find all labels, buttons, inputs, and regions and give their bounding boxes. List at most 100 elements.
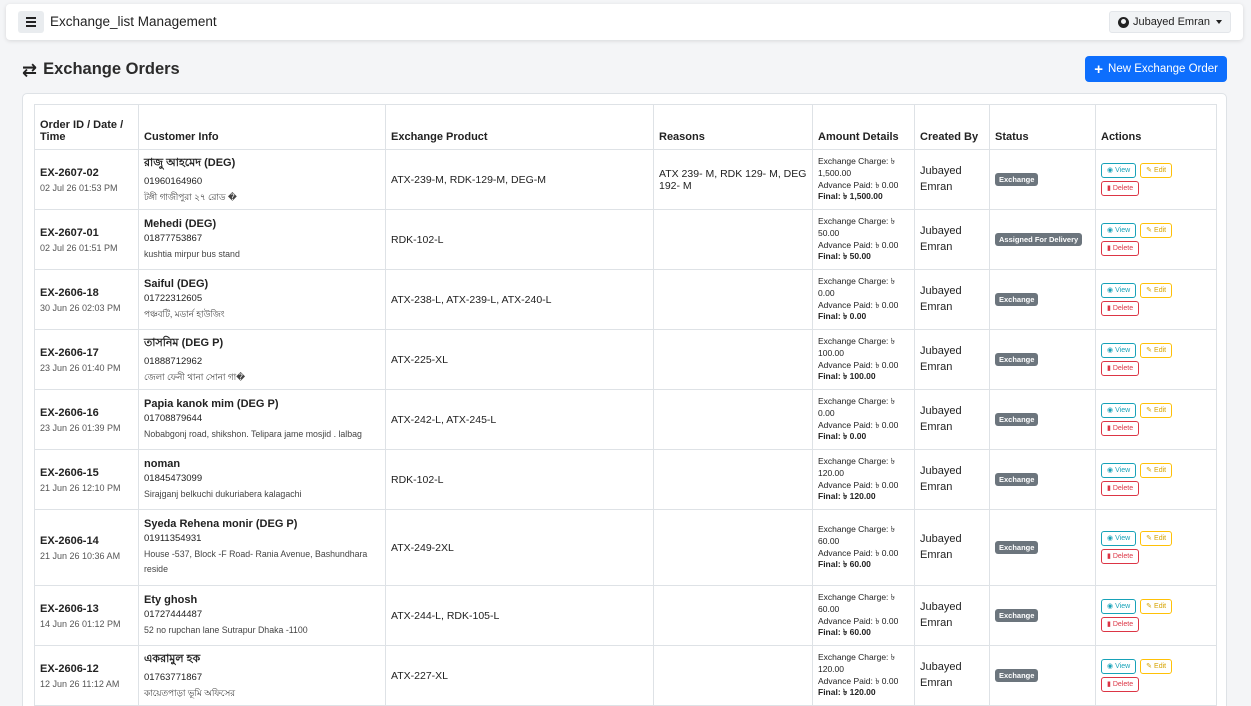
- final-amount: Final: ৳ 0.00: [818, 311, 867, 322]
- eye-icon: ◉: [1107, 602, 1114, 610]
- view-button[interactable]: ◉ View: [1101, 282, 1137, 298]
- reasons-cell: [653, 269, 813, 330]
- edit-icon: ✎: [1146, 346, 1153, 354]
- final-amount: Final: ৳ 120.00: [818, 687, 876, 698]
- customer-address: kushtia mirpur bus stand: [144, 248, 240, 259]
- created-by-cell: Jubayed Emran: [914, 585, 990, 646]
- table-row: EX-2606-12 12 Jun 26 11:12 AM একরামুল হক 01…: [34, 645, 1217, 706]
- created-by-cell: Jubayed Emran: [914, 149, 990, 210]
- status-cell: Exchange: [989, 149, 1096, 210]
- table-row: EX-2606-14 21 Jun 26 10:36 AM Syeda Rehena…: [34, 509, 1217, 586]
- view-button[interactable]: ◉ View: [1101, 162, 1137, 178]
- created-by-cell: Jubayed Emran: [914, 329, 990, 390]
- final-amount: Final: ৳ 0.00: [818, 431, 867, 442]
- customer-phone: 01877753867: [144, 232, 203, 244]
- edit-button[interactable]: ✎ Edit: [1140, 282, 1173, 298]
- product-cell: ATX-238-L, ATX-239-L, ATX-240-L: [385, 269, 654, 330]
- order-cell: EX-2606-12 12 Jun 26 11:12 AM: [34, 645, 139, 706]
- status-cell: Exchange: [989, 509, 1096, 586]
- order-cell: EX-2607-02 02 Jul 26 01:53 PM: [34, 149, 139, 210]
- col-header-customer: Customer Info: [138, 104, 386, 150]
- customer-name: একরামুল হক: [144, 653, 201, 666]
- order-cell: EX-2606-18 30 Jun 26 02:03 PM: [34, 269, 139, 330]
- delete-button[interactable]: ▮ Delete: [1101, 361, 1140, 377]
- customer-address: Nobabgonj road, shikshon. Telipara jame …: [144, 428, 362, 439]
- delete-button[interactable]: ▮ Delete: [1101, 481, 1140, 497]
- order-cell: EX-2606-17 23 Jun 26 01:40 PM: [34, 329, 139, 390]
- edit-button[interactable]: ✎ Edit: [1140, 598, 1173, 614]
- new-exchange-order-button[interactable]: + New Exchange Order: [1085, 56, 1227, 82]
- customer-cell: একরামুল হক 01763771867 কায়েতপাড়া ভূমি অফ…: [138, 645, 386, 706]
- view-button[interactable]: ◉ View: [1101, 342, 1137, 358]
- reasons-cell: [653, 509, 813, 586]
- order-date: 23 Jun 26 01:40 PM: [40, 362, 121, 373]
- customer-phone: 01763771867: [144, 672, 203, 684]
- view-button[interactable]: ◉ View: [1101, 402, 1137, 418]
- view-button[interactable]: ◉ View: [1101, 222, 1137, 238]
- customer-address: পঞ্চবটি, মডার্ন হাউজিং: [144, 308, 225, 319]
- product-cell: ATX-239-M, RDK-129-M, DEG-M: [385, 149, 654, 210]
- order-date: 21 Jun 26 12:10 PM: [40, 482, 121, 493]
- table-row: EX-2606-18 30 Jun 26 02:03 PM Saiful (DEG)…: [34, 269, 1217, 330]
- view-button[interactable]: ◉ View: [1101, 530, 1137, 546]
- status-badge: Assigned For Delivery: [995, 233, 1083, 246]
- exchange-charge: Exchange Charge: ৳ 60.00: [818, 523, 896, 546]
- edit-icon: ✎: [1146, 226, 1153, 234]
- edit-button[interactable]: ✎ Edit: [1140, 402, 1173, 418]
- order-cell: EX-2606-14 21 Jun 26 10:36 AM: [34, 509, 139, 586]
- product-cell: ATX-244-L, RDK-105-L: [385, 585, 654, 646]
- edit-icon: ✎: [1146, 602, 1153, 610]
- advance-paid: Advance Paid: ৳ 0.00: [818, 299, 899, 310]
- orders-card: Order ID / Date / Time Customer Info Exc…: [22, 93, 1227, 706]
- edit-button[interactable]: ✎ Edit: [1140, 462, 1173, 478]
- eye-icon: ◉: [1107, 346, 1114, 354]
- status-badge: Exchange: [995, 413, 1039, 426]
- customer-phone: 01888712962: [144, 356, 203, 368]
- customer-address: জেলা ফেনী থানা সোনা গা�: [144, 372, 246, 383]
- delete-button[interactable]: ▮ Delete: [1101, 421, 1140, 437]
- edit-button[interactable]: ✎ Edit: [1140, 530, 1173, 546]
- delete-button[interactable]: ▮ Delete: [1101, 617, 1140, 633]
- view-button[interactable]: ◉ View: [1101, 598, 1137, 614]
- order-date: 21 Jun 26 10:36 AM: [40, 550, 121, 561]
- edit-button[interactable]: ✎ Edit: [1140, 342, 1173, 358]
- actions-cell: ◉ View ✎ Edit ▮ Delete: [1095, 509, 1217, 586]
- exchange-charge: Exchange Charge: ৳ 0.00: [818, 395, 896, 418]
- hamburger-icon[interactable]: [18, 11, 44, 33]
- plus-icon: +: [1094, 60, 1104, 78]
- reasons-cell: [653, 209, 813, 270]
- exchange-charge: Exchange Charge: ৳ 100.00: [818, 335, 896, 358]
- exchange-charge: Exchange Charge: ৳ 120.00: [818, 455, 896, 478]
- user-name: Jubayed Emran: [1132, 16, 1210, 28]
- order-id: EX-2607-01: [40, 226, 99, 239]
- advance-paid: Advance Paid: ৳ 0.00: [818, 547, 899, 558]
- edit-button[interactable]: ✎ Edit: [1140, 658, 1173, 674]
- view-button[interactable]: ◉ View: [1101, 658, 1137, 674]
- final-amount: Final: ৳ 50.00: [818, 251, 871, 262]
- created-by-cell: Jubayed Emran: [914, 449, 990, 510]
- customer-address: টঙ্গী গাজীপুরা ২৭ রোড �: [144, 192, 237, 203]
- view-button[interactable]: ◉ View: [1101, 462, 1137, 478]
- customer-phone: 01727444487: [144, 608, 203, 620]
- table-header-row: Order ID / Date / Time Customer Info Exc…: [34, 104, 1217, 150]
- delete-button[interactable]: ▮ Delete: [1101, 241, 1140, 257]
- created-by-cell: Jubayed Emran: [914, 389, 990, 450]
- delete-button[interactable]: ▮ Delete: [1101, 677, 1140, 693]
- status-cell: Exchange: [989, 585, 1096, 646]
- product-cell: ATX-225-XL: [385, 329, 654, 390]
- edit-button[interactable]: ✎ Edit: [1140, 162, 1173, 178]
- delete-button[interactable]: ▮ Delete: [1101, 301, 1140, 317]
- order-cell: EX-2606-15 21 Jun 26 12:10 PM: [34, 449, 139, 510]
- edit-button[interactable]: ✎ Edit: [1140, 222, 1173, 238]
- customer-cell: রাজু আহমেদ (DEG) 01960164960 টঙ্গী গাজীপুর…: [138, 149, 386, 210]
- table-row: EX-2606-13 14 Jun 26 01:12 PM Ety ghosh 017…: [34, 585, 1217, 646]
- page-header: ⇄ Exchange Orders: [22, 60, 180, 79]
- actions-cell: ◉ View ✎ Edit ▮ Delete: [1095, 389, 1217, 450]
- order-id: EX-2606-14: [40, 534, 99, 547]
- customer-name: Syeda Rehena monir (DEG P): [144, 518, 298, 531]
- delete-button[interactable]: ▮ Delete: [1101, 549, 1140, 565]
- amount-cell: Exchange Charge: ৳ 1,500.00 Advance Paid:…: [812, 149, 915, 210]
- delete-button[interactable]: ▮ Delete: [1101, 181, 1140, 197]
- user-menu-button[interactable]: Jubayed Emran: [1108, 11, 1231, 33]
- order-id: EX-2606-16: [40, 406, 99, 419]
